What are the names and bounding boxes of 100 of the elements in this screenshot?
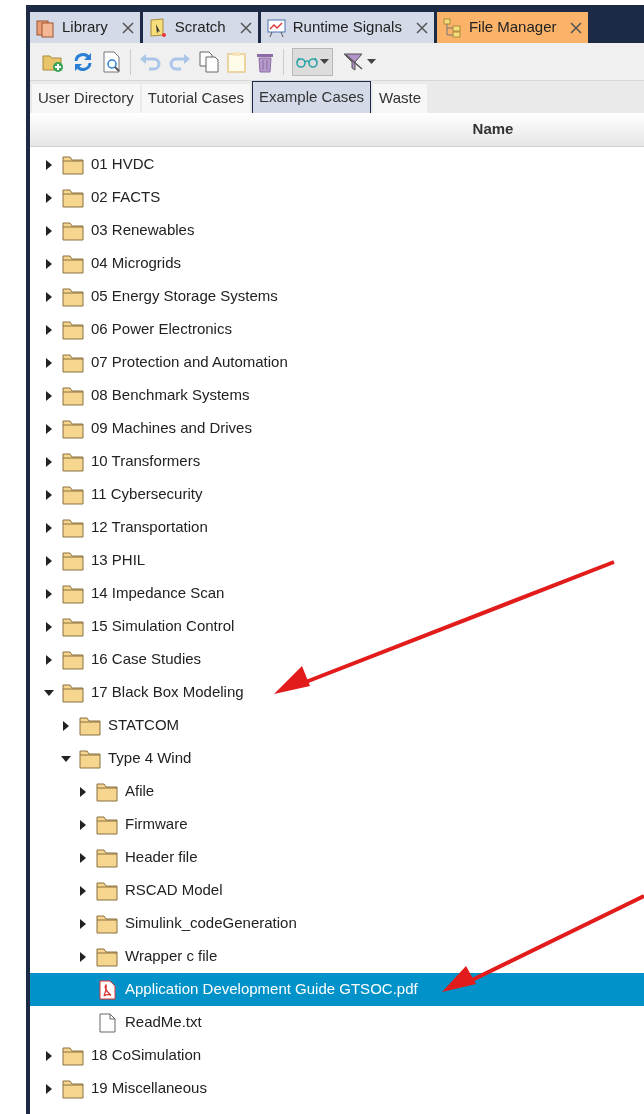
folder-icon	[62, 352, 84, 373]
expand-arrow-icon[interactable]	[44, 159, 54, 170]
expand-arrow-icon[interactable]	[78, 852, 88, 863]
tree-row[interactable]: Type 4 Wind	[30, 742, 644, 775]
tree-row[interactable]: 18 CoSimulation	[30, 1039, 644, 1072]
close-icon[interactable]	[415, 21, 428, 34]
tab[interactable]: Example Cases	[252, 81, 372, 113]
expand-arrow-icon[interactable]	[44, 621, 54, 632]
preview-icon[interactable]	[102, 50, 122, 73]
expand-arrow-icon[interactable]	[44, 654, 54, 665]
expand-arrow-icon[interactable]	[44, 357, 54, 368]
tab[interactable]: Waste	[373, 84, 427, 113]
tab[interactable]: User Directory	[32, 84, 140, 113]
tab[interactable]: File Manager	[436, 12, 589, 43]
tree-row[interactable]: 11 Cybersecurity	[30, 478, 644, 511]
folder-icon	[96, 781, 118, 802]
copy-icon[interactable]	[199, 50, 219, 73]
tree-row[interactable]: 09 Machines and Drives	[30, 412, 644, 445]
expand-arrow-icon[interactable]	[44, 258, 54, 269]
tree-row[interactable]: 03 Renewables	[30, 214, 644, 247]
folder-icon	[62, 451, 84, 472]
tree-row[interactable]: 13 PHIL	[30, 544, 644, 577]
tree-row[interactable]: 05 Energy Storage Systems	[30, 280, 644, 313]
filter-icon	[343, 52, 365, 71]
close-icon[interactable]	[570, 21, 583, 34]
expand-arrow-icon[interactable]	[44, 1083, 54, 1094]
expand-arrow-icon[interactable]	[44, 555, 54, 566]
folder-name: 08 Benchmark Systems	[91, 385, 250, 406]
caret-icon	[367, 59, 376, 64]
expand-arrow-icon[interactable]	[44, 192, 54, 203]
expand-arrow-icon[interactable]	[78, 951, 88, 962]
tree-row[interactable]: 15 Simulation Control	[30, 610, 644, 643]
expand-arrow-icon[interactable]	[78, 885, 88, 896]
folder-name: 17 Black Box Modeling	[91, 682, 244, 703]
books-icon	[36, 17, 56, 38]
tree-row[interactable]: ReadMe.txt	[30, 1006, 644, 1039]
tree-row[interactable]: 04 Microgrids	[30, 247, 644, 280]
tree-row[interactable]: Header file	[30, 841, 644, 874]
collapse-arrow-icon[interactable]	[44, 687, 54, 698]
folder-name: Header file	[125, 847, 198, 868]
expand-arrow-icon[interactable]	[78, 819, 88, 830]
chart-board-icon	[266, 17, 287, 38]
filter-dropdown[interactable]	[341, 52, 378, 71]
tree-row[interactable]: 17 Black Box Modeling	[30, 676, 644, 709]
tree-row[interactable]: RSCAD Model	[30, 874, 644, 907]
folder-icon	[62, 550, 84, 571]
tree-row[interactable]: Application Development Guide GTSOC.pdf	[30, 973, 644, 1006]
tab[interactable]: Scratch	[142, 12, 258, 43]
expand-arrow-icon[interactable]	[44, 390, 54, 401]
expand-arrow-icon[interactable]	[44, 522, 54, 533]
expand-arrow-icon[interactable]	[78, 918, 88, 929]
folder-name: 03 Renewables	[91, 220, 195, 241]
expand-arrow-icon[interactable]	[44, 588, 54, 599]
folder-name: 10 Transformers	[91, 451, 201, 472]
tree-row[interactable]: 19 Miscellaneous	[30, 1072, 644, 1105]
folder-name: RSCAD Model	[125, 880, 223, 901]
expand-arrow-icon[interactable]	[44, 423, 54, 434]
folder-icon	[96, 946, 118, 967]
expand-arrow-icon[interactable]	[44, 225, 54, 236]
tree-row[interactable]: 12 Transportation	[30, 511, 644, 544]
expand-arrow-icon[interactable]	[44, 489, 54, 500]
expand-arrow-icon[interactable]	[44, 1050, 54, 1061]
expand-arrow-icon[interactable]	[61, 720, 71, 731]
close-icon[interactable]	[121, 21, 134, 34]
folder-icon	[62, 682, 84, 703]
expand-arrow-icon[interactable]	[44, 456, 54, 467]
view-dropdown[interactable]	[292, 47, 333, 76]
tab-label: Library	[62, 17, 108, 38]
folder-icon	[96, 814, 118, 835]
folder-name: Afile	[125, 781, 155, 802]
tree-row[interactable]: Afile	[30, 775, 644, 808]
caret-icon	[320, 59, 329, 64]
close-icon[interactable]	[239, 21, 252, 34]
tree-row[interactable]: STATCOM	[30, 709, 644, 742]
folder-icon	[62, 649, 84, 670]
tab[interactable]: Library	[30, 12, 140, 43]
collapse-arrow-icon[interactable]	[61, 753, 71, 764]
folder-icon	[62, 286, 84, 307]
refresh-icon[interactable]	[72, 50, 94, 73]
tree-row[interactable]: 10 Transformers	[30, 445, 644, 478]
tree-row[interactable]: Simulink_codeGeneration	[30, 907, 644, 940]
tree-row[interactable]: 16 Case Studies	[30, 643, 644, 676]
tree-row[interactable]: Firmware	[30, 808, 644, 841]
expand-arrow-icon[interactable]	[78, 786, 88, 797]
tab[interactable]: Runtime Signals	[260, 12, 434, 43]
folder-icon	[62, 1045, 84, 1066]
expand-arrow-icon[interactable]	[44, 324, 54, 335]
tree-row[interactable]: Wrapper c file	[30, 940, 644, 973]
tab[interactable]: Tutorial Cases	[141, 84, 250, 113]
expand-arrow-icon[interactable]	[44, 291, 54, 302]
tree-row[interactable]: 08 Benchmark Systems	[30, 379, 644, 412]
tree-row[interactable]: 02 FACTS	[30, 181, 644, 214]
folder-icon	[62, 154, 84, 175]
folder-icon	[62, 385, 84, 406]
column-title: Name	[471, 119, 515, 140]
tree-row[interactable]: 06 Power Electronics	[30, 313, 644, 346]
tree-row[interactable]: 14 Impedance Scan	[30, 577, 644, 610]
tree-row[interactable]: 07 Protection and Automation	[30, 346, 644, 379]
folder-name: 09 Machines and Drives	[91, 418, 252, 439]
tree-row[interactable]: 01 HVDC	[30, 148, 644, 181]
